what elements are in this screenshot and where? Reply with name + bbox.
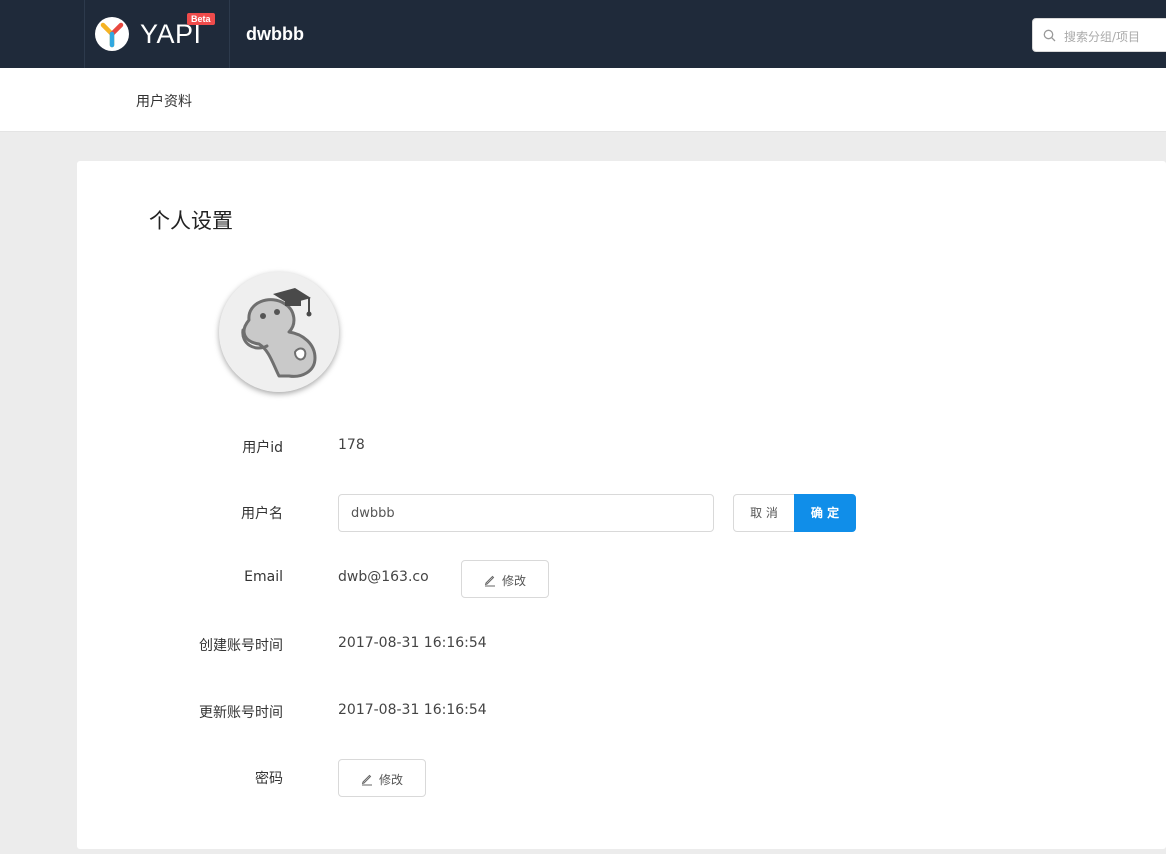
pencil-icon <box>484 575 495 587</box>
profile-card: 个人设置 用户id 178 用户名 取 消 确 定 Email dwb@163.… <box>77 161 1166 849</box>
updated-time-value: 2017-08-31 16:16:54 <box>338 702 487 718</box>
beta-badge: Beta <box>187 13 215 25</box>
confirm-button[interactable]: 确 定 <box>794 494 856 532</box>
email-label: Email <box>244 569 283 585</box>
username-label: 用户名 <box>241 506 283 522</box>
edit-email-button[interactable]: 修改 <box>461 560 549 598</box>
breadcrumb-username[interactable]: dwbbb <box>246 24 304 45</box>
created-time-label: 创建账号时间 <box>199 638 283 654</box>
sub-navbar: 用户资料 <box>0 68 1166 132</box>
pencil-icon <box>361 774 372 786</box>
username-field[interactable] <box>338 494 714 532</box>
page-title: 个人设置 <box>149 209 233 233</box>
edit-password-button[interactable]: 修改 <box>338 759 426 797</box>
created-time-value: 2017-08-31 16:16:54 <box>338 635 487 651</box>
edit-email-label: 修改 <box>502 574 527 588</box>
avatar[interactable] <box>219 272 339 392</box>
email-value: dwb@163.co <box>338 569 429 585</box>
edit-password-label: 修改 <box>379 773 404 787</box>
search-input[interactable]: 搜索分组/项目 <box>1032 18 1166 52</box>
updated-time-label: 更新账号时间 <box>199 705 283 721</box>
logo-block[interactable]: YAPI Beta <box>84 0 230 68</box>
subnav-item-profile[interactable]: 用户资料 <box>136 91 192 111</box>
search-icon <box>1043 29 1056 42</box>
user-id-label: 用户id <box>242 440 283 456</box>
top-navbar: YAPI Beta dwbbb 搜索分组/项目 <box>0 0 1166 68</box>
password-label: 密码 <box>255 771 283 787</box>
avatar-dinosaur-icon <box>219 272 339 392</box>
user-id-value: 178 <box>338 437 365 453</box>
yapi-logo-icon <box>95 17 129 51</box>
cancel-button[interactable]: 取 消 <box>733 494 795 532</box>
search-placeholder: 搜索分组/项目 <box>1064 30 1141 44</box>
